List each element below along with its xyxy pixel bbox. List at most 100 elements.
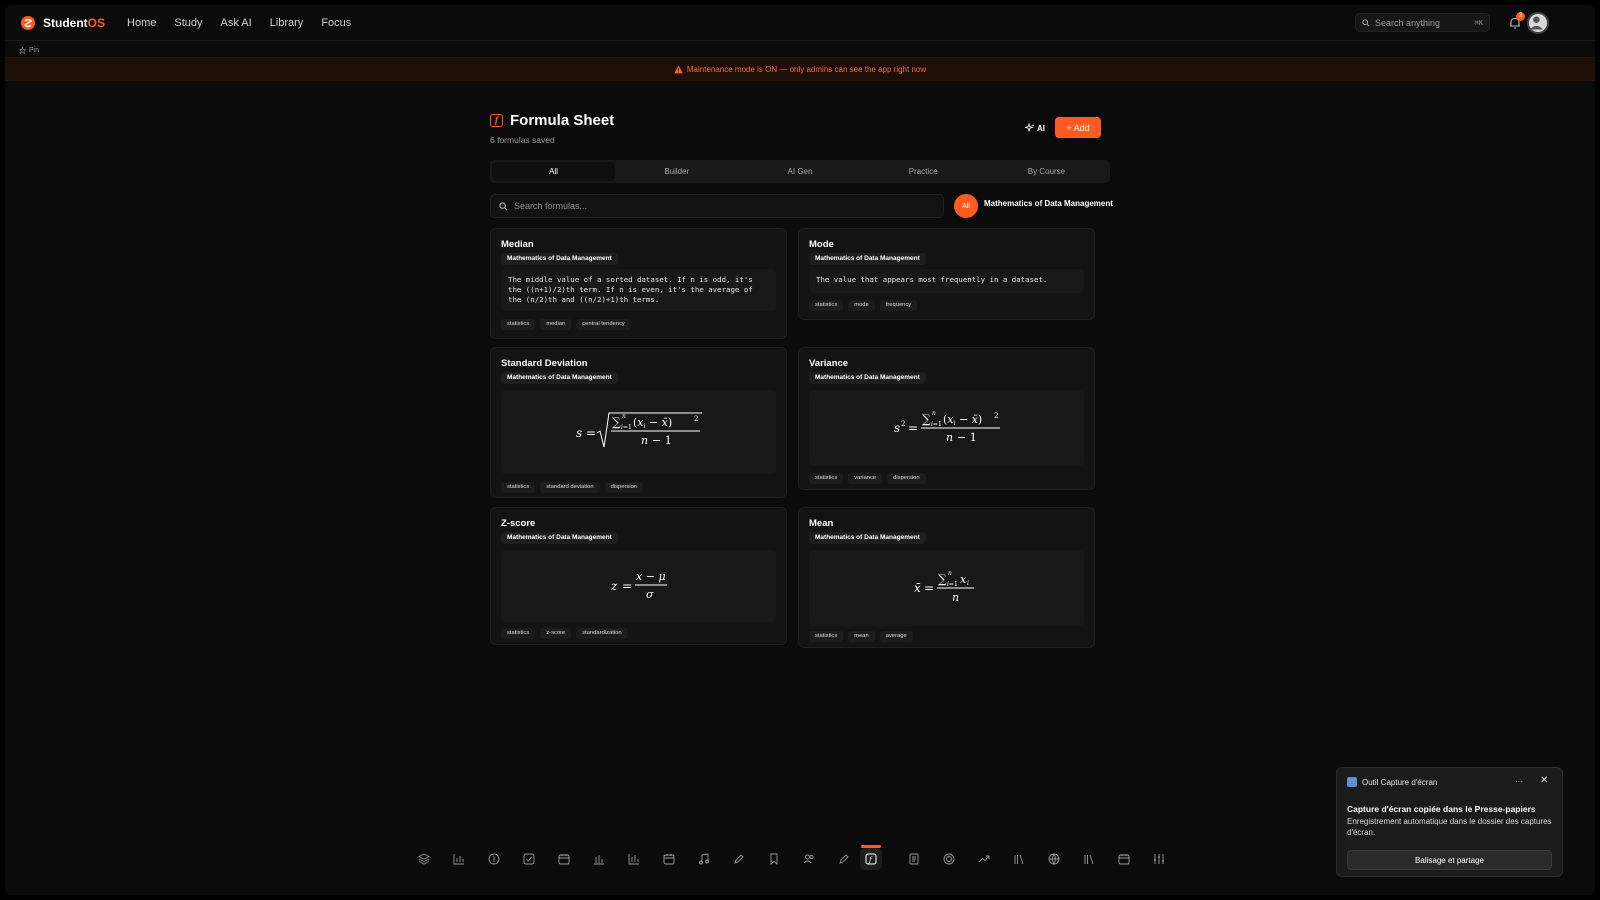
calendar-icon[interactable] <box>556 851 572 867</box>
tag[interactable]: dispersion <box>604 482 644 493</box>
ai-button-label: AI <box>1037 123 1045 133</box>
tab-ai-gen[interactable]: AI Gen <box>738 162 861 181</box>
formula-card-standard-deviation[interactable]: Standard Deviation Mathematics of Data M… <box>490 347 787 498</box>
tag[interactable]: statistics <box>501 319 536 330</box>
formula-render-box: s 2 = ∑ n i=1 (xi − x̄) 2 n − 1 <box>809 390 1084 466</box>
course-badge: Mathematics of Data Management <box>809 372 926 384</box>
search-shortcut: ⌘K <box>1474 18 1483 27</box>
svg-text:=: = <box>586 426 596 440</box>
svg-text:x: x <box>960 573 967 586</box>
trend-icon[interactable] <box>976 851 992 867</box>
nav-home[interactable]: Home <box>127 17 156 29</box>
nav-focus[interactable]: Focus <box>321 17 351 29</box>
search-icon <box>499 201 508 210</box>
formula-icon: f <box>490 114 503 127</box>
tab-builder[interactable]: Builder <box>615 162 738 181</box>
svg-text:n: n <box>622 413 626 420</box>
formula-card-mode[interactable]: Mode Mathematics of Data Management The … <box>798 228 1095 320</box>
tag-list: statistics variance dispersion <box>809 473 931 484</box>
tag[interactable]: statistics <box>501 628 536 639</box>
library-icon[interactable] <box>1011 851 1027 867</box>
formula-math: z = x − μ σ <box>501 550 776 622</box>
formula-icon[interactable]: f <box>863 851 879 867</box>
tag[interactable]: mean <box>848 631 875 642</box>
tag[interactable]: median <box>540 319 572 330</box>
filter-course-chip[interactable]: Mathematics of Data Management <box>984 199 1113 208</box>
maintenance-banner: Maintenance mode is ON — only admins can… <box>5 57 1595 81</box>
toast-action-button[interactable]: Balisage et partage <box>1347 850 1552 870</box>
pin-button[interactable]: Pin <box>19 43 39 57</box>
tag[interactable]: mode <box>848 300 875 311</box>
course-badge: Mathematics of Data Management <box>809 532 926 544</box>
pen-icon[interactable] <box>836 851 852 867</box>
toast-more-button[interactable]: ··· <box>1515 777 1523 786</box>
bar-chart-icon[interactable] <box>626 851 642 867</box>
tag[interactable]: statistics <box>809 631 844 642</box>
svg-text:s: s <box>576 426 582 440</box>
nav-ask-ai[interactable]: Ask AI <box>221 17 252 29</box>
formula-search-input[interactable]: Search formulas... <box>490 194 944 218</box>
users-icon[interactable] <box>801 851 817 867</box>
tab-all[interactable]: All <box>492 162 616 181</box>
target-icon[interactable] <box>941 851 957 867</box>
tab-practice[interactable]: Practice <box>862 162 985 181</box>
formula-card-variance[interactable]: Variance Mathematics of Data Management … <box>798 347 1095 490</box>
formula-title: Mode <box>809 239 834 250</box>
search-icon <box>1362 18 1370 27</box>
pin-label: Pin <box>29 46 40 54</box>
sliders-icon[interactable] <box>1151 851 1167 867</box>
tag[interactable]: z-score <box>540 628 572 639</box>
document-icon[interactable] <box>906 851 922 867</box>
formula-title: Mean <box>809 518 834 529</box>
bar-chart-icon[interactable] <box>451 851 467 867</box>
bookmark-icon[interactable] <box>766 851 782 867</box>
checkbox-icon[interactable] <box>521 851 537 867</box>
bar-chart-icon[interactable] <box>591 851 607 867</box>
nav-library[interactable]: Library <box>270 17 304 29</box>
warning-icon <box>674 64 683 73</box>
tag[interactable]: frequency <box>879 300 918 311</box>
globe-icon[interactable] <box>1046 851 1062 867</box>
global-search[interactable]: Search anything ⌘K <box>1355 13 1490 32</box>
tag[interactable]: standard deviation <box>540 482 600 493</box>
svg-text:n: n <box>946 431 953 444</box>
compass-icon[interactable] <box>486 851 502 867</box>
toast-app-name: Outil Capture d'écran <box>1362 777 1438 787</box>
main-nav: Home Study Ask AI Library Focus <box>127 17 369 29</box>
formula-card-z-score[interactable]: Z-score Mathematics of Data Management z… <box>490 507 787 645</box>
banner-text: Maintenance mode is ON — only admins can… <box>686 64 927 74</box>
library-icon[interactable] <box>1081 851 1097 867</box>
tag-list: statistics median central tendency <box>501 319 636 330</box>
music-icon[interactable] <box>696 851 712 867</box>
formula-card-mean[interactable]: Mean Mathematics of Data Management x̄ =… <box>798 507 1095 648</box>
tag-list: statistics mean average <box>809 631 918 642</box>
svg-text:s: s <box>894 421 900 435</box>
filter-all-chip[interactable]: All <box>954 194 978 218</box>
ai-button[interactable]: AI <box>1025 120 1045 136</box>
tag[interactable]: dispersion <box>887 473 926 484</box>
toast-app: Outil Capture d'écran <box>1347 777 1437 787</box>
formula-title: Median <box>501 239 534 250</box>
svg-text:n: n <box>948 570 952 577</box>
tab-by-course[interactable]: By Course <box>985 162 1108 181</box>
tag[interactable]: central tendency <box>576 319 631 330</box>
tag[interactable]: statistics <box>809 473 844 484</box>
brand[interactable]: StudentOS <box>21 15 105 30</box>
tag[interactable]: statistics <box>809 300 844 311</box>
formula-title: Variance <box>809 358 849 369</box>
tag[interactable]: variance <box>848 473 883 484</box>
layers-icon[interactable] <box>416 851 432 867</box>
formula-card-median[interactable]: Median Mathematics of Data Management Th… <box>490 228 787 339</box>
tag[interactable]: statistics <box>501 482 536 493</box>
svg-text:i: i <box>967 580 969 587</box>
svg-text:x − μ: x − μ <box>636 570 666 583</box>
add-formula-button[interactable]: + Add <box>1055 117 1101 138</box>
tag[interactable]: average <box>879 631 913 642</box>
tag[interactable]: standardization <box>576 628 628 639</box>
nav-study[interactable]: Study <box>174 17 202 29</box>
calendar-icon[interactable] <box>1116 851 1132 867</box>
avatar[interactable] <box>1527 12 1549 34</box>
toast-close-button[interactable]: ✕ <box>1540 775 1548 786</box>
calendar-icon[interactable] <box>661 851 677 867</box>
pen-icon[interactable] <box>731 851 747 867</box>
